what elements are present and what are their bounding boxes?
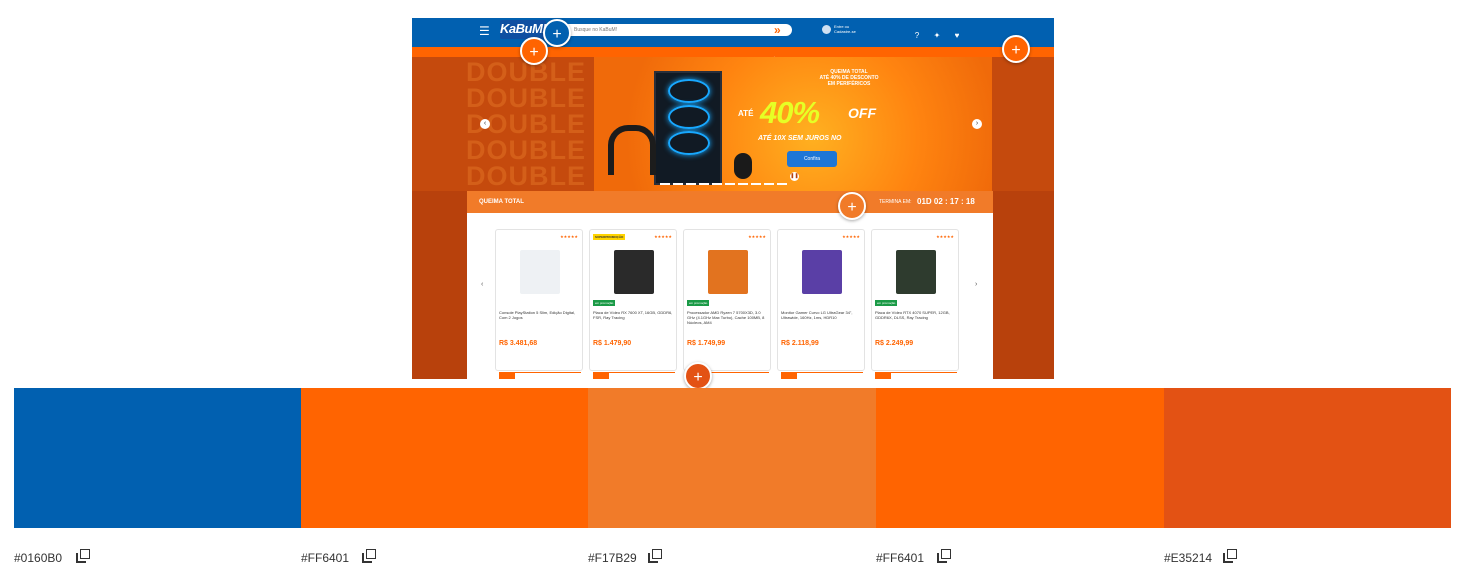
product-price: R$ 1.479,90 xyxy=(593,340,632,347)
product-card[interactable]: ★★★★★ Console PlayStation 5 Slim, Edição… xyxy=(495,229,583,379)
product-name[interactable]: Console PlayStation 5 Slim, Edição Digit… xyxy=(499,310,579,320)
hex-label-2: #FF6401 xyxy=(301,551,350,565)
rating-stars-icon: ★★★★★ xyxy=(560,234,578,239)
support-icon[interactable]: ? xyxy=(912,31,922,41)
promo-badge: em promoção xyxy=(687,300,710,306)
promo-subtitle: QUEIMA TOTAL ATÉ 40% DE DESCONTO EM PERI… xyxy=(819,69,879,87)
product-image[interactable] xyxy=(614,250,654,294)
palette-swatch-3[interactable] xyxy=(588,388,876,528)
color-pin-1[interactable]: + xyxy=(543,19,571,47)
rating-stars-icon: ★★★★★ xyxy=(654,234,672,239)
deals-title: QUEIMA TOTAL xyxy=(479,199,524,205)
copy-icon[interactable] xyxy=(76,549,90,563)
carousel-dots[interactable] xyxy=(660,175,790,185)
product-price: R$ 3.481,68 xyxy=(499,340,538,347)
user-line-2: Cadastre-se xyxy=(834,29,856,34)
banner-cta-button[interactable]: Confira xyxy=(787,151,837,167)
category-bar: DEPARTAMENTOS KABUM ESPORTS QUEIMA TOTAL… xyxy=(412,47,1054,61)
product-tag: SUPERPROMOÇÃO xyxy=(593,234,626,240)
product-card[interactable]: SUPERPROMOÇÃO ★★★★★ em promoção Placa de… xyxy=(589,229,677,379)
color-pin-2[interactable]: + xyxy=(520,37,548,65)
promo-installments: ATÉ 10X SEM JUROS NO xyxy=(758,135,842,142)
palette-swatch-2[interactable] xyxy=(301,388,588,528)
product-price: R$ 2.118,99 xyxy=(781,340,819,347)
deals-timer: 01D 02 : 17 : 18 xyxy=(917,197,975,206)
product-image[interactable] xyxy=(520,250,560,294)
hamburger-menu-icon[interactable]: ☰ xyxy=(479,25,491,37)
deals-next-icon[interactable]: › xyxy=(975,281,977,288)
color-pin-4[interactable]: + xyxy=(1002,35,1030,63)
palette-swatch-5[interactable] xyxy=(1164,388,1451,528)
product-image[interactable] xyxy=(802,250,842,294)
site-header: ☰ KaBuM! » Entre ou Cadastre-se ?✦♥⛟ xyxy=(412,18,1054,58)
site-logo[interactable]: KaBuM! xyxy=(500,20,547,39)
product-image[interactable] xyxy=(896,250,936,294)
pc-case-image xyxy=(654,71,722,185)
product-name[interactable]: Placa de Vídeo RX 7600 XT, 16GB, GDDR6, … xyxy=(593,310,673,320)
color-pin-3[interactable]: + xyxy=(838,192,866,220)
carousel-next-icon[interactable]: › xyxy=(972,119,982,129)
promo-badge: em promoção xyxy=(593,300,616,306)
hex-label-3: #F17B29 xyxy=(588,551,637,565)
user-icon xyxy=(822,25,831,34)
site-search-input[interactable] xyxy=(574,24,754,36)
rating-stars-icon: ★★★★★ xyxy=(936,234,954,239)
promo-ate: ATÉ xyxy=(738,109,754,118)
copy-icon[interactable] xyxy=(648,549,662,563)
palette-tool: ☰ KaBuM! » Entre ou Cadastre-se ?✦♥⛟ DEP… xyxy=(0,0,1473,585)
color-pin-5[interactable]: + xyxy=(684,362,712,390)
palette-swatch-4[interactable] xyxy=(876,388,1164,528)
product-price: R$ 1.749,99 xyxy=(687,340,726,347)
hero-banner[interactable]: DOUBLE DOUBLE DOUBLE DOUBLE DOUBLE QUEIM… xyxy=(412,57,1054,191)
search-arrow-icon[interactable]: » xyxy=(774,23,796,37)
deals-ends-label: TERMINA EM: xyxy=(879,199,912,205)
carousel-pause-icon[interactable]: ❚❚ xyxy=(790,172,799,181)
copy-icon[interactable] xyxy=(362,549,376,563)
deals-header: QUEIMA TOTAL TERMINA EM: 01D 02 : 17 : 1… xyxy=(467,191,993,213)
hex-label-5: #E35214 xyxy=(1164,551,1213,565)
product-card[interactable]: ★★★★★ em promoção Placa de Vídeo RTX 407… xyxy=(871,229,959,379)
promo-badge: em promoção xyxy=(875,300,898,306)
headset-image xyxy=(608,125,656,175)
copy-icon[interactable] xyxy=(937,549,951,563)
site-search-box[interactable]: » xyxy=(562,23,792,37)
website-screenshot: ☰ KaBuM! » Entre ou Cadastre-se ?✦♥⛟ DEP… xyxy=(412,18,1054,379)
rating-stars-icon: ★★★★★ xyxy=(748,234,766,239)
hex-label-1: #0160B0 xyxy=(14,551,63,565)
heart-icon[interactable]: ♥ xyxy=(952,31,962,41)
product-card[interactable]: ★★★★★ em promoção Processador AMD Ryzen … xyxy=(683,229,771,379)
promo-percent: 40% xyxy=(760,95,820,130)
deals-carousel: ‹ › ★★★★★ Console PlayStation 5 Slim, Ed… xyxy=(467,213,993,379)
product-name[interactable]: Monitor Gamer Curvo LG UltraGear 34", Ul… xyxy=(781,310,861,320)
carousel-prev-icon[interactable]: ‹ xyxy=(480,119,490,129)
product-name[interactable]: Processador AMD Ryzen 7 5700X3D, 3.0 GHz… xyxy=(687,310,767,325)
add-to-cart-button[interactable] xyxy=(499,372,581,379)
header-icons: ?✦♥⛟ xyxy=(912,25,982,58)
banner-bg-word: DOUBLE xyxy=(466,161,586,191)
palette-swatch-1[interactable] xyxy=(14,388,301,528)
copy-icon[interactable] xyxy=(1223,549,1237,563)
gift-icon[interactable]: ✦ xyxy=(932,31,942,41)
add-to-cart-button[interactable] xyxy=(593,372,675,379)
add-to-cart-button[interactable] xyxy=(781,372,863,379)
product-card[interactable]: ★★★★★ Monitor Gamer Curvo LG UltraGear 3… xyxy=(777,229,865,379)
rating-stars-icon: ★★★★★ xyxy=(842,234,860,239)
product-price: R$ 2.249,99 xyxy=(875,340,914,347)
promo-off: OFF xyxy=(848,105,876,121)
product-name[interactable]: Placa de Vídeo RTX 4070 SUPER, 12GB, GDD… xyxy=(875,310,955,320)
product-image[interactable] xyxy=(708,250,748,294)
deals-prev-icon[interactable]: ‹ xyxy=(481,281,483,288)
hex-label-4: #FF6401 xyxy=(876,551,925,565)
banner-artwork: QUEIMA TOTAL ATÉ 40% DE DESCONTO EM PERI… xyxy=(594,57,992,191)
add-to-cart-button[interactable] xyxy=(875,372,957,379)
